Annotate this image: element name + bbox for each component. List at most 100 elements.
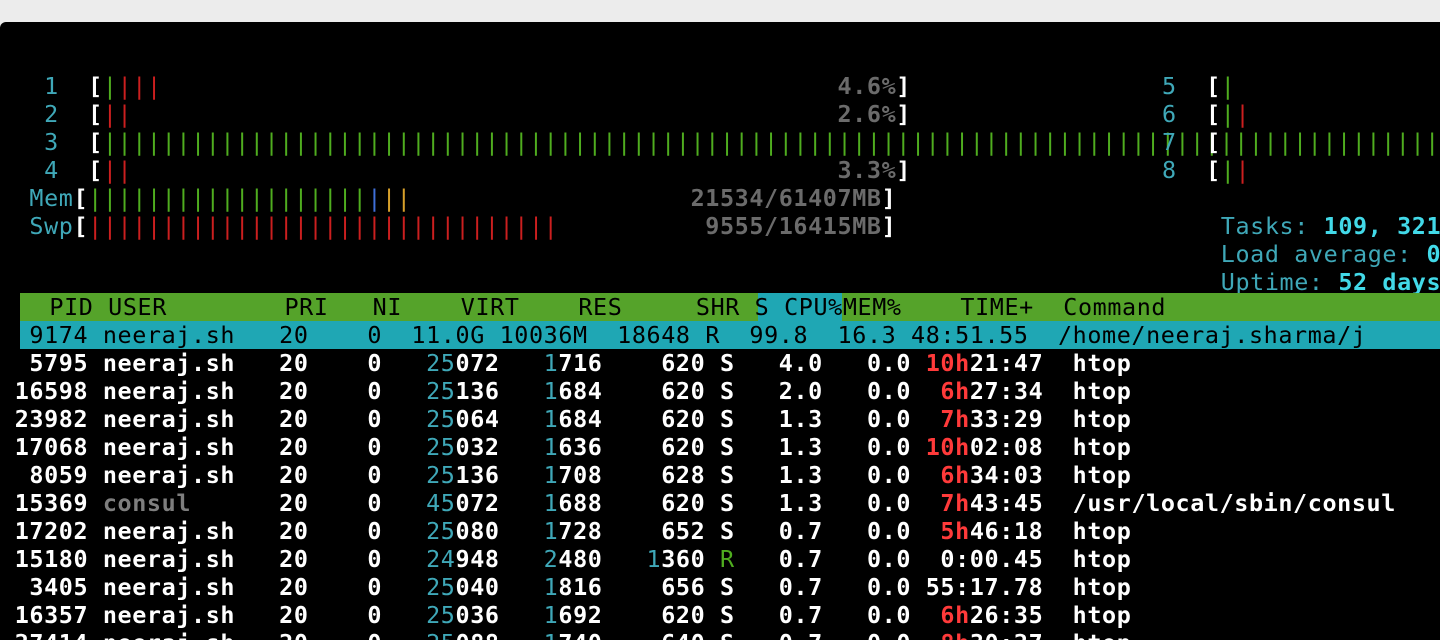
cell-shr: 620	[617, 405, 706, 433]
sep	[500, 545, 515, 573]
mem-bar-buffers: |	[367, 184, 383, 212]
cell-user: consul	[102, 489, 236, 517]
cell-user: neeraj.sh	[102, 517, 236, 545]
col-state[interactable]: S	[755, 293, 770, 321]
sep	[88, 573, 103, 601]
cell-ni: 0	[308, 573, 383, 601]
cell-pid: 8059	[0, 461, 89, 489]
cell-pid: 9174	[0, 321, 89, 349]
cpu-meter-6: 6 [||	[1162, 100, 1250, 128]
sep	[602, 377, 617, 405]
cell-virt-high: 25	[396, 517, 456, 545]
process-row[interactable]: 3405 neeraj.sh 20 0 25040 1816 656 S 0.7…	[0, 573, 1131, 601]
cell-time-rest: 27:34	[969, 377, 1044, 405]
cpu-id: 5	[1162, 72, 1207, 100]
sep	[485, 321, 500, 349]
sep	[602, 489, 617, 517]
meter-fill	[558, 212, 705, 240]
cell-pid: 17202	[0, 517, 89, 545]
load-average: Load average: 0.4	[1162, 212, 1440, 268]
col-user[interactable]: USER	[108, 293, 255, 321]
pad	[911, 517, 940, 545]
col-cpu[interactable]: CPU%	[769, 293, 842, 321]
cell-virt-low: 032	[455, 433, 500, 461]
cell-res-high: 1	[514, 433, 559, 461]
col-pri[interactable]: PRI	[255, 293, 343, 321]
col-mem[interactable]: MEM%	[843, 293, 902, 321]
pad	[911, 629, 940, 640]
sep	[705, 489, 720, 517]
cell-virt-high: 25	[396, 377, 456, 405]
cell-command: htop	[1072, 461, 1132, 489]
cpu-bar-user: ||||||||||||||||||||||||||||||||||||||||…	[102, 128, 1440, 156]
sep	[500, 349, 515, 377]
sep	[500, 629, 515, 640]
sep	[500, 601, 515, 629]
process-row[interactable]: 8059 neeraj.sh 20 0 25136 1708 628 S 1.3…	[0, 461, 1131, 489]
cell-pri: 20	[235, 405, 309, 433]
column-headers[interactable]: PID USER PRI NI VIRT RES SHR S CPU%MEM% …	[20, 293, 1166, 321]
sep	[88, 405, 103, 433]
process-row[interactable]: 5795 neeraj.sh 20 0 25072 1716 620 S 4.0…	[0, 349, 1131, 377]
selected-process-row[interactable]: 9174 neeraj.sh 20 0 11.0G 10036M 18648 R…	[20, 321, 1440, 349]
process-row[interactable]: 16598 neeraj.sh 20 0 25136 1684 620 S 2.…	[0, 377, 1131, 405]
sep	[500, 489, 515, 517]
sep	[1043, 489, 1072, 517]
cpu-bar-system: ||	[102, 100, 133, 128]
sep	[1043, 405, 1072, 433]
sep	[500, 573, 515, 601]
process-row[interactable]: 17068 neeraj.sh 20 0 25032 1636 620 S 1.…	[0, 433, 1131, 461]
sep	[1043, 517, 1072, 545]
cell-ni: 0	[308, 545, 383, 573]
sep	[382, 461, 397, 489]
col-shr[interactable]: SHR	[637, 293, 755, 321]
cell-user: neeraj.sh	[102, 405, 236, 433]
cell-res-low: 740	[558, 629, 602, 640]
mem-bar-used: |||||||||||||||||||	[88, 184, 368, 212]
cpu-percent: 2.6	[837, 100, 882, 128]
cell-res-low: 692	[558, 601, 603, 629]
meter-close-bracket: ]	[896, 156, 911, 184]
col-res[interactable]: RES	[534, 293, 637, 321]
cell-cpu: 99.8	[720, 321, 809, 349]
cell-shr: 640	[617, 629, 705, 640]
cell-mem: 0.0	[822, 601, 912, 629]
sep	[88, 629, 103, 640]
cell-res: 10036M	[499, 321, 588, 349]
sep	[705, 377, 720, 405]
cell-ni: 0	[308, 461, 383, 489]
col-command[interactable]: Command	[1063, 293, 1166, 321]
col-ni[interactable]: NI	[343, 293, 416, 321]
sep	[382, 489, 397, 517]
cell-res-high: 1	[514, 489, 559, 517]
sep	[382, 629, 397, 640]
cell-virt-low: 064	[455, 405, 500, 433]
cpu-id: 7	[1162, 128, 1207, 156]
cell-virt-low: 088	[456, 629, 500, 640]
cpu-meter-8: 8 [||	[1162, 156, 1250, 184]
cell-mem: 0.0	[822, 349, 912, 377]
col-time[interactable]: TIME+	[902, 293, 1064, 321]
process-row[interactable]: 15180 neeraj.sh 20 0 24948 2480 1360 R 0…	[0, 545, 1131, 573]
col-virt[interactable]: VIRT	[417, 293, 535, 321]
cell-time-rest: 26:35	[969, 601, 1044, 629]
col-pid[interactable]: PID	[20, 293, 108, 321]
sep	[602, 349, 617, 377]
sep	[1043, 629, 1072, 640]
sep	[88, 489, 103, 517]
cell-ni: 0	[308, 349, 383, 377]
process-row[interactable]: 17202 neeraj.sh 20 0 25080 1728 652 S 0.…	[0, 517, 1131, 545]
terminal-window[interactable]: Mem[|||||||||||||||||||||| 21534/61407MB…	[0, 22, 1440, 640]
meter-close-bracket: ]	[896, 100, 911, 128]
cell-pid: 3405	[0, 573, 89, 601]
process-row[interactable]: 16357 neeraj.sh 20 0 25036 1692 620 S 0.…	[0, 601, 1131, 629]
sep	[705, 517, 720, 545]
meter-close-bracket: ]	[881, 212, 897, 240]
process-row[interactable]: 15369 consul 20 0 45072 1688 620 S 1.3 0…	[0, 489, 1396, 517]
cell-res-low: 480	[558, 545, 603, 573]
cpu-id: 3	[0, 128, 89, 156]
process-row[interactable]: 27414 neeraj.sh 20 0 25088 1740 640 S 0.…	[0, 629, 1131, 640]
cell-cpu: 0.7	[734, 573, 823, 601]
cell-pri: 20	[235, 489, 309, 517]
process-row[interactable]: 23982 neeraj.sh 20 0 25064 1684 620 S 1.…	[0, 405, 1131, 433]
